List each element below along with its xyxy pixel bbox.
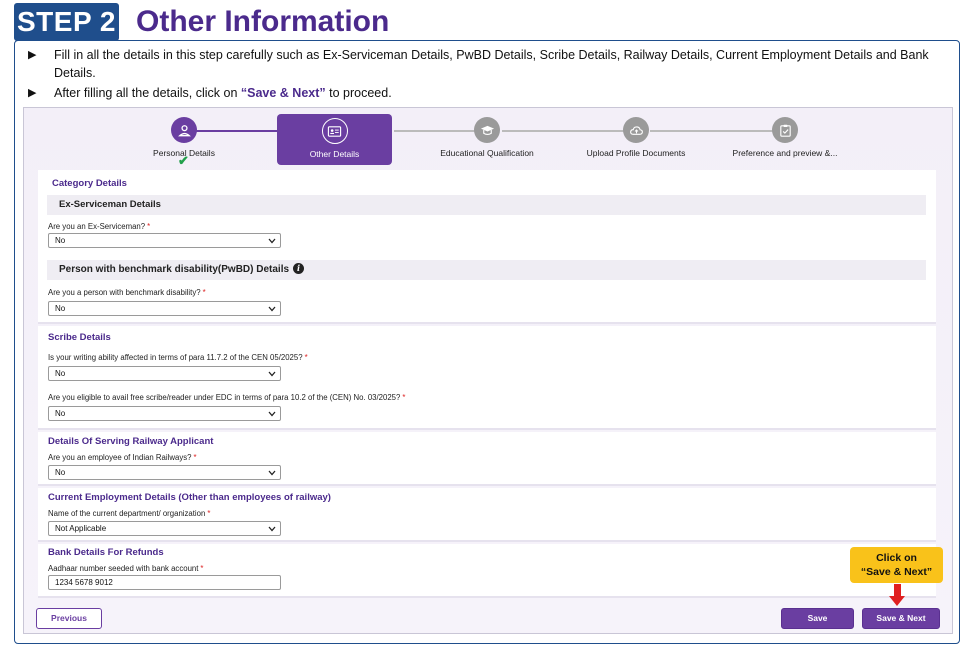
step-upload-documents[interactable]: Upload Profile Documents: [574, 117, 698, 158]
step-educational-qualification[interactable]: Educational Qualification: [426, 117, 548, 158]
ex-serviceman-select[interactable]: No: [48, 233, 281, 248]
chevron-down-icon: [268, 526, 276, 532]
pwbd-value: No: [55, 304, 66, 313]
scribe-q1-label: Is your writing ability affected in term…: [48, 353, 308, 362]
info-icon[interactable]: i: [293, 263, 305, 274]
scribe-q2-label: Are you eligible to avail free scribe/re…: [48, 393, 406, 402]
ex-serviceman-value: No: [55, 236, 66, 245]
id-card-icon: [321, 118, 348, 144]
down-arrow-head-icon: [889, 596, 905, 606]
category-details-card: Category Details Ex-Serviceman Details A…: [38, 170, 936, 324]
railway-details-card: Details Of Serving Railway Applicant Are…: [38, 432, 936, 486]
railway-select[interactable]: No: [48, 465, 281, 480]
instruction-1: ▶ Fill in all the details in this step c…: [28, 46, 934, 82]
bank-details-card: Bank Details For Refunds Aadhaar number …: [38, 544, 936, 598]
section-title-category: Category Details: [52, 178, 127, 189]
step-other-details[interactable]: Other Details: [277, 114, 392, 165]
aadhaar-input[interactable]: 1234 5678 9012: [48, 575, 281, 590]
section-title-employment: Current Employment Details (Other than e…: [48, 492, 331, 503]
pwbd-select[interactable]: No: [48, 301, 281, 316]
step-preference-preview[interactable]: Preference and preview &...: [720, 117, 850, 158]
cloud-upload-icon: [623, 117, 649, 143]
step-label: Other Details: [309, 149, 360, 159]
section-title-scribe: Scribe Details: [48, 332, 111, 343]
railway-label: Are you an employee of Indian Railways? *: [48, 453, 197, 462]
scribe-details-card: Scribe Details Is your writing ability a…: [38, 326, 936, 430]
application-panel: Personal Details ✔ Other Details Educati…: [23, 107, 953, 634]
instruction-2-highlight: “Save & Next”: [240, 86, 326, 100]
bullet-arrow-icon: ▶: [28, 87, 37, 99]
callout-line-1: Click on: [876, 552, 917, 564]
step-personal-details[interactable]: Personal Details: [136, 117, 232, 158]
instruction-1-text: Fill in all the details in this step car…: [54, 48, 929, 80]
aadhaar-value: 1234 5678 9012: [55, 578, 113, 587]
page-title: Other Information: [136, 5, 390, 38]
railway-value: No: [55, 468, 66, 477]
ex-serviceman-label: Are you an Ex-Serviceman? *: [48, 222, 151, 231]
save-button[interactable]: Save: [781, 608, 854, 629]
scribe-q1-value: No: [55, 369, 66, 378]
chevron-down-icon: [268, 306, 276, 312]
employment-select[interactable]: Not Applicable: [48, 521, 281, 536]
section-title-bank: Bank Details For Refunds: [48, 547, 164, 558]
click-callout: Click on “Save & Next”: [850, 547, 943, 583]
employment-value: Not Applicable: [55, 524, 107, 533]
instruction-2-text: After filling all the details, click on: [54, 86, 241, 100]
step-label: Upload Profile Documents: [586, 148, 686, 158]
person-icon: [171, 117, 197, 143]
chevron-down-icon: [268, 411, 276, 417]
aadhaar-label: Aadhaar number seeded with bank account *: [48, 564, 204, 573]
instruction-2-post: to proceed.: [325, 86, 392, 100]
step-badge: STEP 2: [14, 3, 119, 41]
check-icon: ✔: [178, 153, 189, 168]
previous-button[interactable]: Previous: [36, 608, 102, 629]
save-next-button[interactable]: Save & Next: [862, 608, 940, 629]
step-label: Educational Qualification: [440, 148, 534, 158]
scribe-q2-value: No: [55, 409, 66, 418]
section-title-railway: Details Of Serving Railway Applicant: [48, 436, 214, 447]
pwbd-heading: Person with benchmark disability(PwBD) D…: [47, 260, 926, 280]
chevron-down-icon: [268, 238, 276, 244]
clipboard-icon: [772, 117, 798, 143]
scribe-q2-select[interactable]: No: [48, 406, 281, 421]
chevron-down-icon: [268, 371, 276, 377]
employment-label: Name of the current department/ organiza…: [48, 509, 211, 518]
graduation-cap-icon: [474, 117, 500, 143]
instruction-2: ▶ After filling all the details, click o…: [28, 84, 934, 102]
callout-line-2: “Save & Next”: [860, 566, 933, 578]
step-label: Preference and preview &...: [732, 148, 838, 158]
chevron-down-icon: [268, 470, 276, 476]
bullet-arrow-icon: ▶: [28, 49, 37, 61]
scribe-q1-select[interactable]: No: [48, 366, 281, 381]
employment-details-card: Current Employment Details (Other than e…: [38, 488, 936, 542]
pwbd-label: Are you a person with benchmark disabili…: [48, 288, 206, 297]
ex-serviceman-heading: Ex-Serviceman Details: [47, 195, 926, 215]
